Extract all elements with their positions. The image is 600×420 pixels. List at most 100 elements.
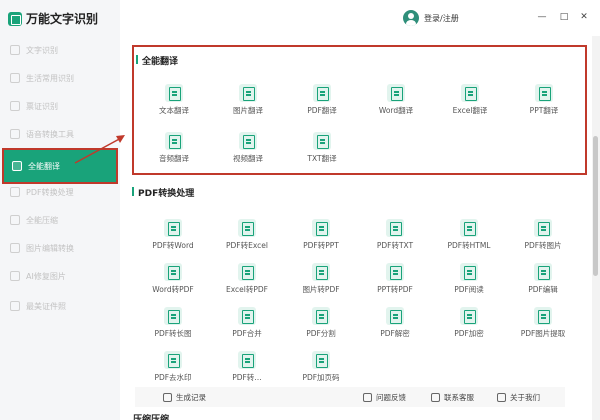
tile-label: PDF翻译 <box>307 106 337 115</box>
pdf-tile[interactable]: PDF解密 <box>358 307 432 339</box>
app-title: 万能文字识别 <box>26 12 99 26</box>
pdf-tile[interactable]: PDF加密 <box>432 307 506 339</box>
scrollbar[interactable] <box>592 36 600 420</box>
feedback-icon <box>363 392 372 402</box>
document-icon <box>164 351 182 369</box>
tile-label: 视频翻译 <box>233 154 263 163</box>
pdf-tile[interactable]: Excel转PDF <box>210 263 284 295</box>
document-icon <box>164 219 182 237</box>
tile-label: PDF合并 <box>232 329 262 338</box>
tile-label: PDF解密 <box>380 329 410 338</box>
sidebar-item-compress[interactable]: 全能压缩 <box>0 206 120 234</box>
document-icon <box>386 263 404 281</box>
document-icon <box>165 84 183 102</box>
document-icon <box>165 132 183 150</box>
translate-tile[interactable]: 图片翻译 <box>211 84 285 116</box>
sidebar-item-ticket-ocr[interactable]: 票证识别 <box>0 92 120 120</box>
sidebar-item-voice-tools[interactable]: 语音转换工具 <box>0 120 120 148</box>
document-icon <box>534 263 552 281</box>
pdf-tile[interactable]: PDF去水印 <box>136 351 210 383</box>
tile-label: PDF转长图 <box>154 329 192 338</box>
avatar <box>403 10 419 26</box>
document-icon <box>386 219 404 237</box>
tile-label: PPT转PDF <box>377 285 413 294</box>
translate-tile[interactable]: TXT翻译 <box>285 132 359 164</box>
document-icon <box>313 132 331 150</box>
sidebar: 万能文字识别 文字识别 生活常用识别 票证识别 语音转换工具 全能翻译 PDF转… <box>0 0 120 420</box>
feedback-button[interactable]: 问题反馈 <box>363 392 406 403</box>
tile-label: TXT翻译 <box>307 154 337 163</box>
document-icon <box>164 307 182 325</box>
tile-label: PDF加页码 <box>302 373 340 382</box>
pdf-tile[interactable]: PDF转长图 <box>136 307 210 339</box>
contact-icon <box>431 392 440 402</box>
login-button[interactable]: 登录/注册 <box>403 10 459 26</box>
tile-label: PDF去水印 <box>154 373 192 382</box>
pdf-tile[interactable]: PDF阅读 <box>432 263 506 295</box>
sidebar-item-life-ocr[interactable]: 生活常用识别 <box>0 64 120 92</box>
tile-label: PDF分割 <box>306 329 336 338</box>
document-icon <box>238 307 256 325</box>
pdf-tile[interactable]: PDF转HTML <box>432 219 506 251</box>
sidebar-item-id-photo[interactable]: 最美证件照 <box>0 292 120 320</box>
pdf-tile[interactable]: PDF加页码 <box>284 351 358 383</box>
pdf-tile[interactable]: PDF转Word <box>136 219 210 251</box>
translate-tile[interactable]: 文本翻译 <box>137 84 211 116</box>
pdf-tile[interactable]: PDF分割 <box>284 307 358 339</box>
life-ocr-icon <box>10 73 20 83</box>
header: 登录/注册 — □ ✕ <box>120 0 600 36</box>
compress-icon <box>10 215 20 225</box>
pdf-tile[interactable]: PDF合并 <box>210 307 284 339</box>
annotation-sidebar-box <box>2 148 118 184</box>
maximize-button[interactable]: □ <box>558 12 570 22</box>
document-icon <box>238 219 256 237</box>
voice-icon <box>10 129 20 139</box>
pdf-tile[interactable]: PDF图片提取 <box>506 307 580 339</box>
translate-tile[interactable]: PDF翻译 <box>285 84 359 116</box>
translate-tile[interactable]: 音频翻译 <box>137 132 211 164</box>
pdf-tile[interactable]: PPT转PDF <box>358 263 432 295</box>
history-button[interactable]: 生成记录 <box>163 392 206 403</box>
sidebar-item-image-edit[interactable]: 图片编辑转换 <box>0 234 120 262</box>
tile-label: PDF加密 <box>454 329 484 338</box>
document-icon <box>312 351 330 369</box>
translate-tile[interactable]: PPT翻译 <box>507 84 581 116</box>
document-icon <box>238 263 256 281</box>
pdf-tile[interactable]: PDF编辑 <box>506 263 580 295</box>
document-icon <box>534 307 552 325</box>
footer-bar: 生成记录 问题反馈 联系客服 关于我们 <box>135 387 565 407</box>
section-title-pdf: PDF转换处理 <box>132 186 194 199</box>
tile-label: PDF转TXT <box>376 241 414 250</box>
minimize-button[interactable]: — <box>536 12 548 22</box>
translate-tile[interactable]: Word翻译 <box>359 84 433 116</box>
translate-tile[interactable]: 视频翻译 <box>211 132 285 164</box>
scrollbar-thumb[interactable] <box>593 136 598 276</box>
translate-tile[interactable]: Excel翻译 <box>433 84 507 116</box>
pdf-tile[interactable]: PDF转图片 <box>506 219 580 251</box>
document-icon <box>534 219 552 237</box>
ticket-icon <box>10 101 20 111</box>
tile-label: 图片翻译 <box>233 106 263 115</box>
sidebar-item-ai-repair[interactable]: AI修复图片 <box>0 262 120 290</box>
pdf-tile[interactable]: Word转PDF <box>136 263 210 295</box>
contact-button[interactable]: 联系客服 <box>431 392 474 403</box>
pdf-tile[interactable]: 图片转PDF <box>284 263 358 295</box>
tile-label: PDF转PPT <box>303 241 339 250</box>
pdf-tile[interactable]: PDF转TXT <box>358 219 432 251</box>
close-button[interactable]: ✕ <box>578 12 590 22</box>
pdf-tile[interactable]: PDF转… <box>210 351 284 383</box>
pdf-tile[interactable]: PDF转PPT <box>284 219 358 251</box>
tile-label: Word转PDF <box>152 285 194 294</box>
image-edit-icon <box>10 243 20 253</box>
document-icon <box>239 84 257 102</box>
sidebar-item-text-ocr[interactable]: 文字识别 <box>0 36 120 64</box>
document-icon <box>460 263 478 281</box>
tile-label: Excel翻译 <box>452 106 488 115</box>
document-icon <box>386 307 404 325</box>
document-icon <box>312 307 330 325</box>
about-button[interactable]: 关于我们 <box>497 392 540 403</box>
pdf-tile[interactable]: PDF转Excel <box>210 219 284 251</box>
tile-label: PDF转Word <box>152 241 194 250</box>
ai-repair-icon <box>10 271 20 281</box>
login-label: 登录/注册 <box>424 13 459 23</box>
